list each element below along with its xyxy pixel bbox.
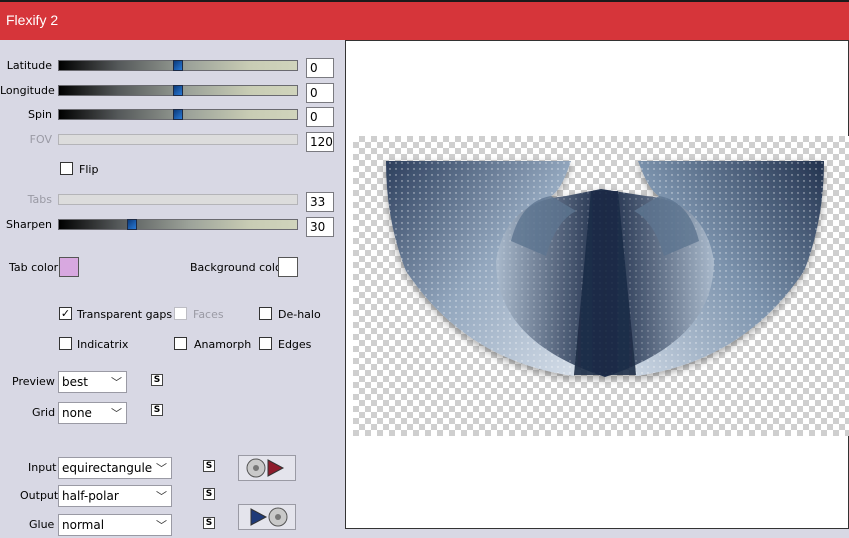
anamorph-label: Anamorph <box>194 338 252 351</box>
chevron-down-icon: ﹀ <box>156 490 167 503</box>
preview-label: Preview <box>12 375 55 388</box>
spin-value[interactable]: 0 <box>306 107 334 127</box>
output-link-icon[interactable]: S <box>203 488 215 500</box>
preview-canvas[interactable] <box>345 40 849 529</box>
longitude-label: Longitude <box>0 84 55 97</box>
controls-panel: Latitude 0 Longitude 0 Spin 0 FOV 120 Fl… <box>0 40 344 538</box>
chevron-down-icon: ﹀ <box>154 460 167 476</box>
longitude-slider-thumb[interactable] <box>173 85 183 96</box>
glue-select[interactable]: normal ﹀ <box>58 514 172 536</box>
de-halo-checkbox[interactable] <box>259 307 272 320</box>
grid-link-icon[interactable]: S <box>151 404 163 416</box>
latitude-slider[interactable] <box>58 60 298 71</box>
indicatrix-label: Indicatrix <box>77 338 129 351</box>
output-select-value: half-polar <box>62 489 119 503</box>
flexify-preview-image <box>386 161 824 377</box>
input-select-value: equirectangule <box>62 461 153 475</box>
sharpen-label: Sharpen <box>6 218 52 231</box>
anamorph-checkbox[interactable] <box>174 337 187 350</box>
faces-checkbox <box>174 307 187 320</box>
input-link-icon[interactable]: S <box>203 460 215 472</box>
tabs-label: Tabs <box>27 193 52 206</box>
latitude-label: Latitude <box>6 59 52 72</box>
sharpen-value[interactable]: 30 <box>306 217 334 237</box>
tabs-value: 33 <box>306 192 334 212</box>
edges-label: Edges <box>278 338 312 351</box>
fov-slider <box>58 134 298 145</box>
grid-select-value: none <box>62 406 92 420</box>
glue-label: Glue <box>29 518 55 531</box>
transparent-gaps-label: Transparent gaps <box>77 308 173 321</box>
tab-color-swatch[interactable] <box>59 257 79 277</box>
disc-arrow-icon <box>246 458 285 478</box>
preview-bottom-strip <box>345 529 849 538</box>
input-label: Input <box>28 461 57 474</box>
longitude-slider[interactable] <box>58 85 298 96</box>
preview-select[interactable]: best ﹀ <box>58 371 127 393</box>
flip-label: Flip <box>79 163 99 176</box>
arrow-disc-icon <box>250 507 288 527</box>
indicatrix-checkbox[interactable] <box>59 337 72 350</box>
glue-link-icon[interactable]: S <box>203 517 215 529</box>
output-select[interactable]: half-polar ﹀ <box>58 485 172 507</box>
chevron-down-icon: ﹀ <box>156 519 167 532</box>
preview-link-icon[interactable]: S <box>151 374 163 386</box>
faces-label: Faces <box>193 308 224 321</box>
edges-checkbox[interactable] <box>259 337 272 350</box>
glue-select-value: normal <box>62 518 105 532</box>
grid-select[interactable]: none ﹀ <box>58 402 127 424</box>
chevron-down-icon: ﹀ <box>111 376 122 389</box>
longitude-value[interactable]: 0 <box>306 83 334 103</box>
input-select[interactable]: equirectangule ﹀ <box>58 457 172 479</box>
title-bar: Flexify 2 <box>0 0 849 40</box>
transparent-gaps-checkbox[interactable]: ✓ <box>59 307 72 320</box>
window-title: Flexify 2 <box>6 12 59 28</box>
fov-label: FOV <box>29 133 52 146</box>
background-color-swatch[interactable] <box>278 257 298 277</box>
chevron-down-icon: ﹀ <box>111 407 122 420</box>
spin-slider-thumb[interactable] <box>173 109 183 120</box>
input-projection-button[interactable] <box>238 455 296 481</box>
tab-color-label: Tab color <box>9 261 59 274</box>
de-halo-label: De-halo <box>278 308 321 321</box>
flip-checkbox[interactable] <box>60 162 73 175</box>
tabs-slider <box>58 194 298 205</box>
sharpen-slider[interactable] <box>58 219 298 230</box>
latitude-value[interactable]: 0 <box>306 58 334 78</box>
latitude-slider-thumb[interactable] <box>173 60 183 71</box>
background-color-label: Background color <box>190 261 287 274</box>
sharpen-slider-thumb[interactable] <box>127 219 137 230</box>
preview-select-value: best <box>62 375 88 389</box>
fov-value: 120 <box>306 132 334 152</box>
spin-label: Spin <box>28 108 52 121</box>
grid-label: Grid <box>32 406 56 419</box>
output-label: Output <box>20 489 59 502</box>
output-projection-button[interactable] <box>238 504 296 530</box>
spin-slider[interactable] <box>58 109 298 120</box>
